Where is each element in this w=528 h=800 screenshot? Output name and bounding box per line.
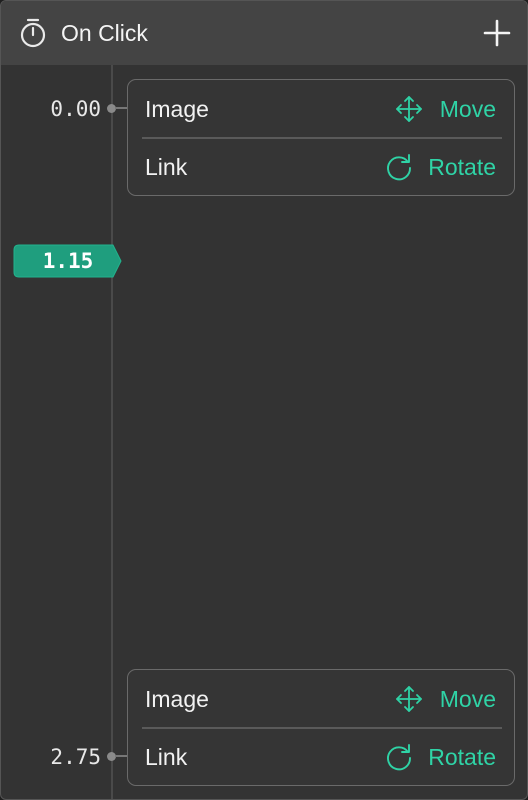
keyframe-block: Image Move Link Rotate [127, 669, 515, 786]
action-label: Move [439, 96, 496, 122]
panel-header: On Click [1, 1, 527, 65]
timeline-panel: On Click 0.00 Image Move Link Rotate 1.1… [0, 0, 528, 800]
action-row[interactable]: Image Move [128, 670, 514, 727]
keyframe-connector [115, 107, 127, 109]
playhead[interactable]: 1.15 [13, 244, 122, 278]
target-label: Link [145, 154, 188, 180]
target-label: Link [145, 744, 188, 770]
rotate-icon [387, 154, 411, 181]
panel-title: On Click [61, 20, 148, 46]
rotate-icon [387, 744, 411, 771]
action-label: Move [439, 686, 496, 712]
keyframe-time: 2.75 [50, 745, 101, 769]
target-label: Image [145, 96, 209, 122]
action-row[interactable]: Image Move [128, 80, 514, 137]
keyframe-connector [115, 755, 127, 757]
action-label: Rotate [428, 744, 496, 770]
action-row[interactable]: Link Rotate [128, 728, 514, 785]
stopwatch-icon [20, 18, 46, 48]
add-keyframe-button[interactable] [481, 17, 513, 49]
move-arrows-icon [396, 686, 422, 712]
timeline-track [111, 65, 113, 799]
keyframe-time: 0.00 [50, 97, 101, 121]
playhead-time: 1.15 [42, 249, 94, 273]
action-row[interactable]: Link Rotate [128, 138, 514, 195]
keyframe-block: Image Move Link Rotate [127, 79, 515, 196]
move-arrows-icon [396, 96, 422, 122]
target-label: Image [145, 686, 209, 712]
action-label: Rotate [428, 154, 496, 180]
